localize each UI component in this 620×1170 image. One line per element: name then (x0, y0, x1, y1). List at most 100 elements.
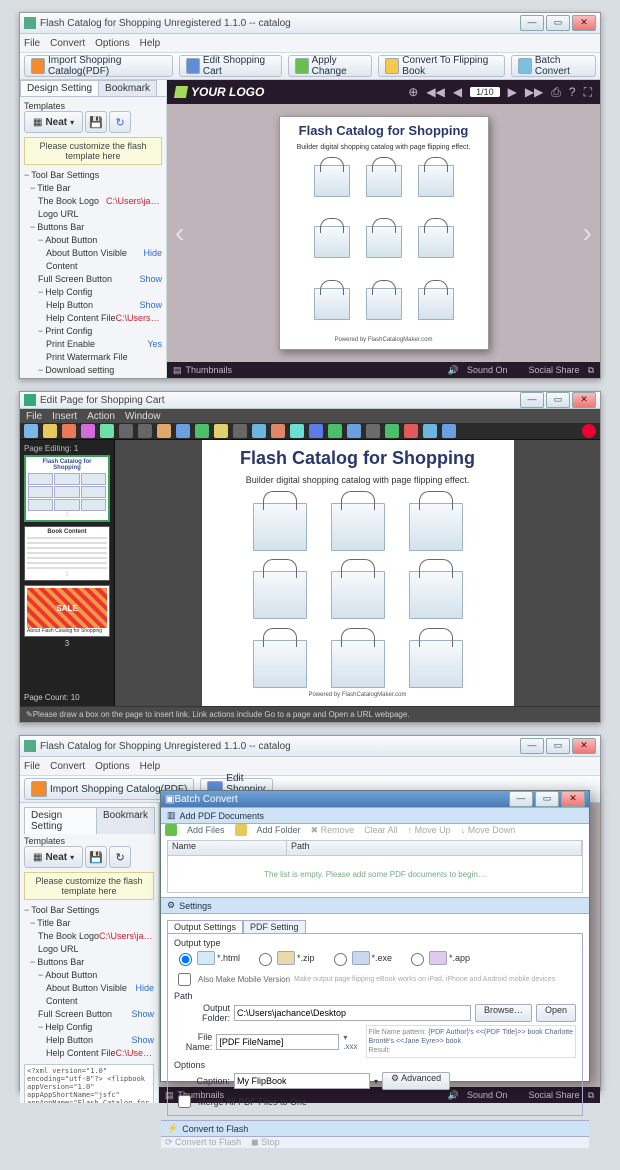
add-folder-button[interactable]: Add Folder (257, 825, 301, 835)
zoom-in-icon[interactable]: ⊕ (408, 85, 418, 99)
tree-row[interactable]: Logo URL (24, 208, 162, 221)
edit-cart-button[interactable]: Edit Shopping Cart (179, 55, 282, 77)
editor-tool-icon[interactable] (404, 424, 418, 438)
first-page-icon[interactable]: ◀◀ (426, 85, 444, 99)
tree-row[interactable]: The Book LogoC:\Users\jac… (24, 195, 162, 208)
prev-page-icon[interactable]: ◀ (453, 85, 462, 99)
tree-row[interactable]: −Tool Bar Settings (24, 169, 162, 182)
last-page-icon[interactable]: ▶▶ (525, 85, 543, 99)
editor-stage[interactable]: Flash Catalog for Shopping Builder digit… (115, 440, 600, 706)
radio-zip[interactable]: *.zip (254, 950, 315, 966)
editor-tool-icon[interactable] (176, 424, 190, 438)
editor-tool-icon[interactable] (309, 424, 323, 438)
filename-input[interactable] (216, 1034, 339, 1050)
menu-convert[interactable]: Convert (50, 38, 85, 49)
mobile-checkbox[interactable] (178, 973, 191, 986)
tree-row[interactable]: −Buttons Bar (24, 221, 162, 234)
batch-convert-button[interactable]: Batch Convert (511, 55, 596, 77)
editor-tool-icon[interactable] (423, 424, 437, 438)
menu-file[interactable]: File (24, 761, 40, 772)
tree-row[interactable]: Logo URL (24, 943, 154, 956)
tab-output-settings[interactable]: Output Settings (167, 920, 243, 933)
editor-tool-icon[interactable] (252, 424, 266, 438)
convert-flipbook-button[interactable]: Convert To Flipping Book (378, 55, 505, 77)
tree-row[interactable]: −Tool Bar Settings (24, 904, 154, 917)
page-thumbnail[interactable]: SALE About Flash Catalog for Shopping (24, 585, 110, 637)
apply-change-button[interactable]: Apply Change (288, 55, 373, 77)
import-catalog-button[interactable]: Import Shopping Catalog(PDF) (24, 55, 173, 77)
menu-action[interactable]: Action (87, 411, 115, 422)
tree-row[interactable]: −Help Config (24, 286, 162, 299)
tree-row[interactable]: Content (24, 260, 162, 273)
tree-row[interactable]: −Download setting (24, 364, 162, 377)
editor-tool-icon[interactable] (385, 424, 399, 438)
add-files-button[interactable]: Add Files (187, 825, 225, 835)
dialog-maximize[interactable]: ▭ (535, 791, 559, 807)
tab-pdf-setting[interactable]: PDF Setting (243, 920, 306, 933)
dialog-close[interactable]: ✕ (561, 791, 585, 807)
page-indicator[interactable]: 1/10 (470, 87, 500, 97)
template-save-button[interactable]: 💾 (85, 846, 107, 868)
merge-checkbox[interactable] (178, 1095, 191, 1108)
page-thumbnail[interactable]: Flash Catalog for Shopping 1 (24, 455, 110, 522)
tree-row[interactable]: −Title Bar (24, 917, 154, 930)
editor-tool-icon[interactable] (271, 424, 285, 438)
tab-design-setting[interactable]: Design Setting (24, 807, 97, 834)
tree-row[interactable]: −About Button (24, 969, 154, 982)
tab-bookmark[interactable]: Bookmark (96, 807, 155, 834)
editor-tool-icon[interactable] (157, 424, 171, 438)
caption-input[interactable] (234, 1073, 370, 1089)
dialog-minimize[interactable]: — (509, 791, 533, 807)
tree-row[interactable]: −Title Bar (24, 182, 162, 195)
tree-row[interactable]: About Button VisibleHide (24, 247, 162, 260)
window-titlebar[interactable]: Flash Catalog for Shopping Unregistered … (20, 13, 600, 34)
print-icon[interactable]: ⎙ (551, 85, 561, 100)
close-editor-icon[interactable] (582, 424, 596, 438)
tree-row[interactable]: Help ButtonShow (24, 1034, 154, 1047)
menu-convert[interactable]: Convert (50, 761, 85, 772)
menu-options[interactable]: Options (95, 761, 129, 772)
menu-insert[interactable]: Insert (52, 411, 77, 422)
maximize-button[interactable]: ▭ (546, 392, 570, 408)
fullscreen-icon[interactable]: ⛶ (584, 85, 592, 100)
dialog-titlebar[interactable]: ▣ Batch Convert —▭✕ (161, 791, 589, 807)
tab-bookmark[interactable]: Bookmark (98, 80, 157, 96)
page-thumbnail[interactable]: Book Content 2 (24, 526, 110, 581)
template-selector[interactable]: ▦Neat▾ (24, 846, 83, 868)
tree-row[interactable]: Help Content FileC:\Users\jac… (24, 312, 162, 325)
maximize-button[interactable]: ▭ (546, 15, 570, 31)
col-path[interactable]: Path (287, 841, 582, 855)
sound-icon[interactable]: 🔊 (448, 365, 459, 376)
editor-tool-icon[interactable] (214, 424, 228, 438)
menu-options[interactable]: Options (95, 38, 129, 49)
close-button[interactable]: ✕ (572, 15, 596, 31)
editor-tool-icon[interactable] (119, 424, 133, 438)
minimize-button[interactable]: — (520, 15, 544, 31)
settings-tree[interactable]: −Tool Bar Settings−Title BarThe Book Log… (24, 169, 162, 378)
col-name[interactable]: Name (168, 841, 287, 855)
tree-row[interactable]: Download EnableNo (24, 377, 162, 378)
chevron-left-icon[interactable]: ‹ (175, 217, 184, 249)
help-icon[interactable]: ? (569, 85, 576, 99)
close-button[interactable]: ✕ (572, 392, 596, 408)
tree-row[interactable]: Help ButtonShow (24, 299, 162, 312)
editor-tool-icon[interactable] (366, 424, 380, 438)
tree-row[interactable]: Print Watermark File (24, 351, 162, 364)
maximize-button[interactable]: ▭ (546, 738, 570, 754)
editor-tool-icon[interactable] (43, 424, 57, 438)
tree-row[interactable]: Full Screen ButtonShow (24, 1008, 154, 1021)
tree-row[interactable]: About Button VisibleHide (24, 982, 154, 995)
menu-window[interactable]: Window (125, 411, 161, 422)
tree-row[interactable]: The Book LogoC:\Users\jac… (24, 930, 154, 943)
menu-help[interactable]: Help (140, 761, 161, 772)
menu-help[interactable]: Help (140, 38, 161, 49)
next-page-icon[interactable]: ▶ (508, 85, 517, 99)
editor-tool-icon[interactable] (100, 424, 114, 438)
advanced-button[interactable]: ⚙ Advanced (382, 1072, 450, 1090)
tree-row[interactable]: −Buttons Bar (24, 956, 154, 969)
editor-tool-icon[interactable] (138, 424, 152, 438)
editor-tool-icon[interactable] (24, 424, 38, 438)
open-button[interactable]: Open (536, 1004, 576, 1022)
tree-row[interactable]: −About Button (24, 234, 162, 247)
editor-tool-icon[interactable] (347, 424, 361, 438)
